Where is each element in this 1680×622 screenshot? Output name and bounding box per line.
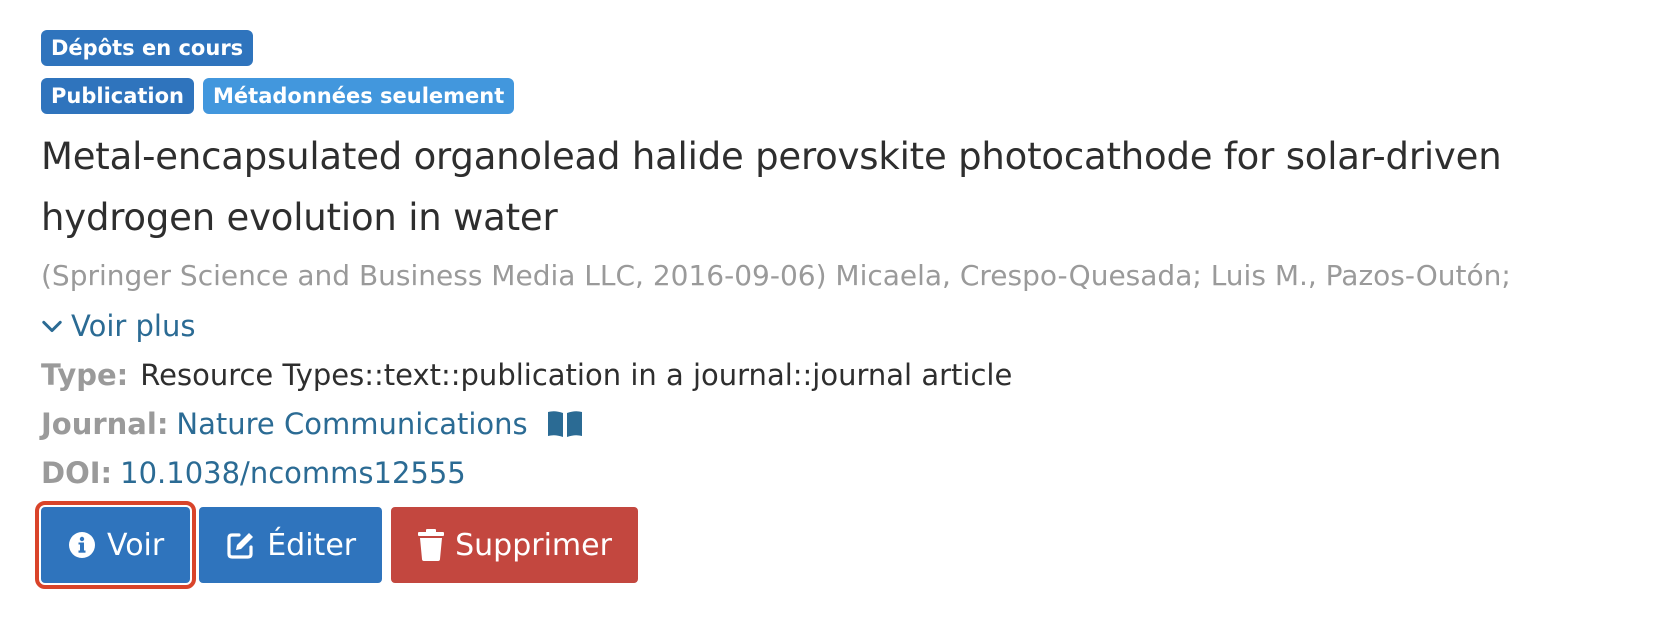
edit-icon xyxy=(227,533,254,559)
status-badge-row: Dépôts en cours xyxy=(41,30,1680,66)
publication-badge: Publication xyxy=(41,78,195,114)
type-field: Type: Resource Types::text::publication … xyxy=(41,353,1680,397)
see-more-label: Voir plus xyxy=(71,309,196,343)
journal-label: Journal: xyxy=(41,407,169,441)
type-value: Resource Types::text::publication in a j… xyxy=(140,358,1013,392)
see-more-toggle[interactable]: Voir plus xyxy=(41,304,1680,348)
chevron-down-icon xyxy=(42,320,62,333)
journal-link[interactable]: Nature Communications xyxy=(176,402,527,446)
doi-field: DOI: 10.1038/ncomms12555 xyxy=(41,451,1680,495)
item-title[interactable]: Metal-encapsulated organolead halide per… xyxy=(41,126,1680,248)
delete-button-label: Supprimer xyxy=(455,527,612,563)
info-icon xyxy=(69,532,95,558)
item-card: Dépôts en cours Publication Métadonnées … xyxy=(0,0,1680,589)
metadata-only-badge: Métadonnées seulement xyxy=(203,78,515,114)
action-buttons: Voir Éditer Supprimer xyxy=(34,501,1680,589)
view-button-label: Voir xyxy=(107,527,165,563)
journal-field: Journal: Nature Communications xyxy=(41,402,1680,446)
trash-icon xyxy=(418,529,445,561)
status-badge: Dépôts en cours xyxy=(41,30,254,66)
citation-line: (Springer Science and Business Media LLC… xyxy=(41,254,1641,298)
doi-link[interactable]: 10.1038/ncomms12555 xyxy=(120,451,466,495)
edit-button[interactable]: Éditer xyxy=(199,507,383,583)
book-open-icon[interactable] xyxy=(546,409,584,439)
view-button[interactable]: Voir xyxy=(34,501,197,589)
delete-button[interactable]: Supprimer xyxy=(391,507,638,583)
doi-label: DOI: xyxy=(41,456,113,490)
type-label: Type: xyxy=(41,358,129,392)
type-badge-row: Publication Métadonnées seulement xyxy=(41,78,1680,114)
edit-button-label: Éditer xyxy=(267,527,357,563)
